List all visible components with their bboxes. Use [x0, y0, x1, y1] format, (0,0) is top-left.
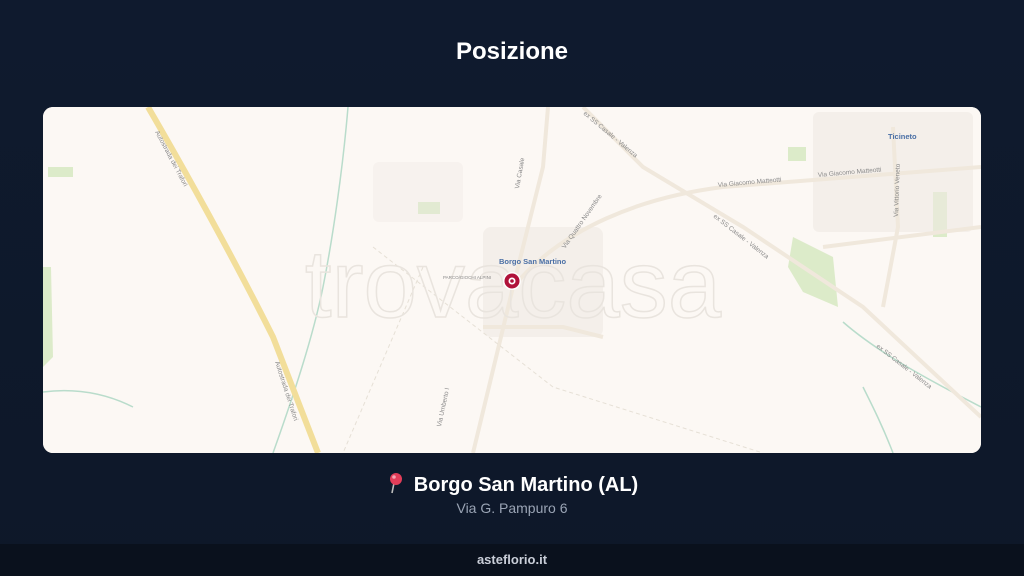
location-address: Via G. Pampuro 6	[456, 500, 568, 516]
pushpin-icon	[386, 472, 404, 494]
town-label-borgo-san-martino: Borgo San Martino	[499, 257, 567, 266]
map-view[interactable]: trovacasa Autostrada dei Trafori Autostr…	[43, 107, 981, 453]
location-name-text: Borgo San Martino (AL)	[413, 474, 639, 496]
town-label-ticineto: Ticineto	[888, 132, 917, 141]
footer-site-link[interactable]: asteflorio.it	[477, 552, 547, 567]
location-name: Borgo San Martino (AL)	[0, 472, 1024, 497]
map-canvas[interactable]: trovacasa Autostrada dei Trafori Autostr…	[43, 107, 981, 453]
park-label: PARCO/GIOCHI ALPINI	[443, 275, 491, 280]
map-marker-icon[interactable]	[503, 272, 521, 290]
footer: asteflorio.it	[0, 544, 1024, 576]
page-title: Posizione	[455, 38, 569, 65]
